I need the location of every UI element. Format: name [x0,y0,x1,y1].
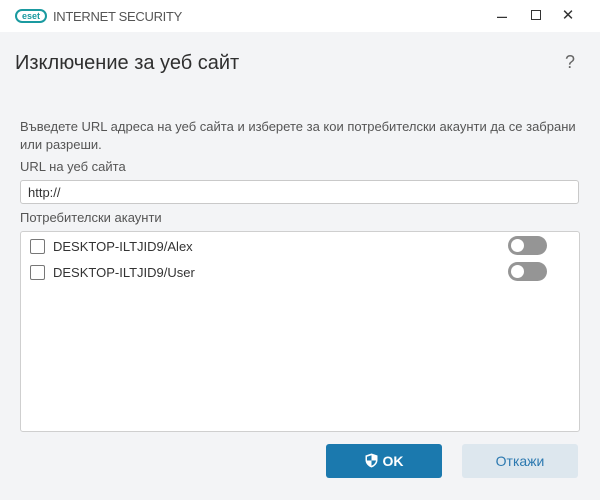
list-item: DESKTOP-ILTJID9/Alex [30,236,570,257]
description: Въведете URL адреса на уеб сайта и избер… [20,119,576,152]
accounts-list: DESKTOP-ILTJID9/Alex DESKTOP-ILTJID9/Use… [20,231,580,432]
close-button[interactable]: ✕ [556,6,580,26]
url-input[interactable]: http:// [20,180,579,204]
account-toggle[interactable] [508,236,547,255]
product-name: INTERNET SECURITY [53,9,183,24]
cancel-button[interactable]: Откажи [462,444,578,478]
help-icon[interactable]: ? [565,52,575,73]
ok-label: OK [382,453,404,469]
url-label: URL на уеб сайта [20,159,126,174]
account-toggle[interactable] [508,262,547,281]
account-name: DESKTOP-ILTJID9/Alex [53,239,193,254]
accounts-label: Потребителски акаунти [20,210,162,225]
account-checkbox[interactable] [30,239,45,254]
minimize-button[interactable]: – [490,6,514,26]
eset-logo: eset [15,9,47,23]
shield-icon [365,453,377,468]
list-item: DESKTOP-ILTJID9/User [30,262,570,283]
account-checkbox[interactable] [30,265,45,280]
dialog-title: Изключение за уеб сайт [15,52,240,74]
maximize-button[interactable] [524,6,548,26]
account-name: DESKTOP-ILTJID9/User [53,265,195,280]
ok-button[interactable]: OK [326,444,442,478]
title-bar: eset INTERNET SECURITY – ✕ [0,0,600,32]
